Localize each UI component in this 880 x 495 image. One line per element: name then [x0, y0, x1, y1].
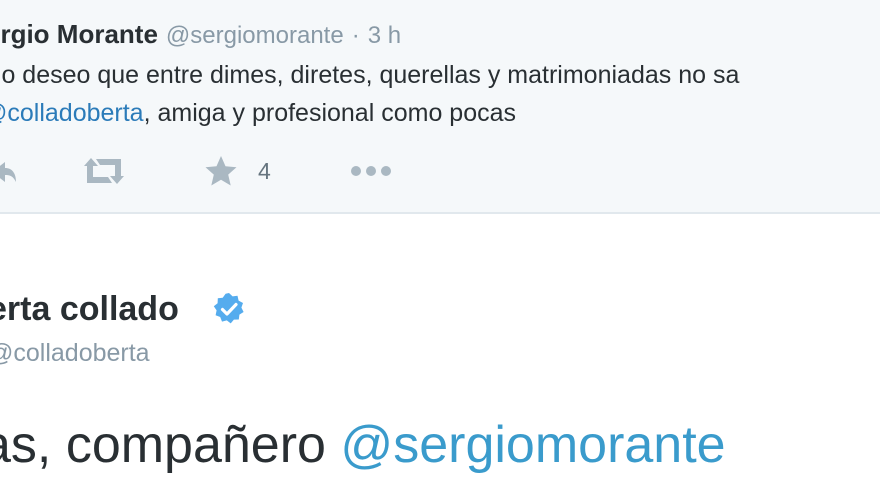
- tweet-text-rest: , amiga y profesional como pocas: [143, 99, 517, 127]
- tweet-text-prefix: as, compañero: [0, 416, 341, 474]
- retweet-icon: [82, 157, 126, 185]
- tweet-timestamp[interactable]: 3 h: [368, 22, 401, 49]
- favorite-button[interactable]: 4: [204, 148, 271, 194]
- tweet-text: olo deseo que entre dimes, diretes, quer…: [0, 56, 880, 132]
- reply-button[interactable]: [0, 148, 16, 194]
- reply-tweet: ergio Morante @sergiomorante · 3 h olo dese…: [0, 0, 880, 214]
- author-fullname[interactable]: ergio Morante: [0, 19, 158, 49]
- favorite-count: 4: [258, 157, 271, 184]
- tweet-text-line: olo deseo que entre dimes, diretes, quer…: [0, 61, 740, 89]
- verified-badge-icon: [212, 292, 246, 326]
- mention-link[interactable]: @sergiomorante: [340, 416, 725, 474]
- reply-icon: [0, 158, 16, 184]
- tweet-actions: 4: [0, 148, 880, 194]
- retweet-button[interactable]: [82, 148, 126, 194]
- mention-link[interactable]: @colladoberta: [0, 99, 144, 127]
- author-username[interactable]: @sergiomorante: [166, 22, 344, 49]
- tweet-text: as, compañero @sergiomorante: [0, 410, 726, 480]
- tweet-header: ergio Morante @sergiomorante · 3 h: [0, 14, 401, 56]
- more-button[interactable]: [350, 148, 392, 194]
- star-icon: [204, 155, 238, 187]
- author-username[interactable]: @colladoberta: [0, 334, 150, 372]
- header-separator: ·: [351, 22, 360, 49]
- more-dots-icon: [350, 165, 392, 177]
- tweet-text-line: @colladoberta, amiga y profesional como …: [0, 94, 880, 132]
- author-fullname[interactable]: erta collado: [0, 286, 179, 332]
